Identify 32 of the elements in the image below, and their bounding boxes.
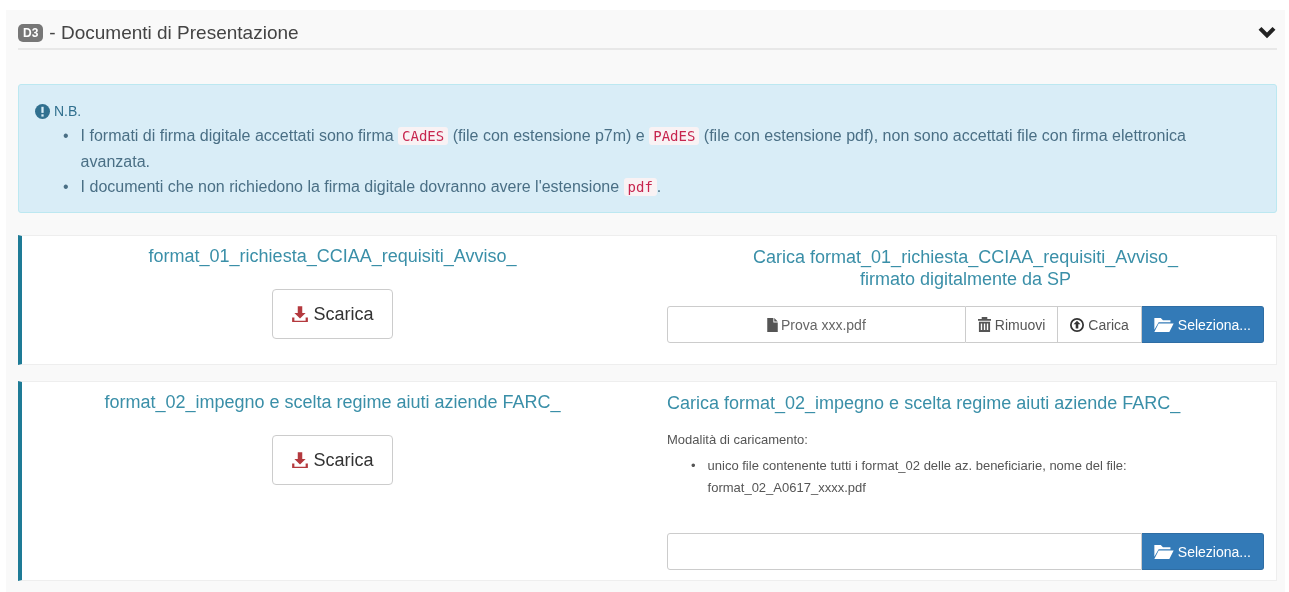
- download-icon: [291, 305, 310, 323]
- upload-button[interactable]: Carica: [1058, 306, 1142, 343]
- file-field[interactable]: [667, 533, 1142, 570]
- bullet: •: [63, 126, 69, 146]
- download-icon: [291, 451, 310, 469]
- instruction-text: unico file contenente tutti i format_02 delle az. beneficiarie, nome del file: format_02_A0617_xxxx.pdf: [707, 457, 1128, 497]
- exclamation-icon: [35, 103, 50, 119]
- folder-icon: [1153, 544, 1174, 559]
- select-button[interactable]: Seleziona...: [1141, 533, 1264, 570]
- file-icon: [766, 317, 778, 332]
- chevron-down-icon[interactable]: [1257, 26, 1277, 40]
- trash-icon: [977, 317, 991, 332]
- document-name: format_01_richiesta_CCIAA_requisiti_Avviso_: [148, 246, 517, 267]
- document-name: format_02_impegno e scelta regime aiuti aziende FARC_: [104, 392, 561, 413]
- instructions-label: Modalità di caricamento:: [667, 432, 809, 447]
- section-title: - Documenti di Presentazione: [49, 22, 300, 44]
- file-field[interactable]: Prova xxx.pdf: [667, 306, 966, 343]
- upload-icon: [1070, 317, 1085, 332]
- note-text: I documenti che non richiedono la firma digitale dovranno avere l'estensione pdf .: [80, 177, 662, 198]
- remove-button[interactable]: Rimuovi: [965, 306, 1059, 343]
- select-button[interactable]: Seleziona...: [1141, 306, 1264, 343]
- download-button[interactable]: Scarica: [272, 435, 393, 485]
- folder-icon: [1153, 317, 1174, 332]
- note-title: N.B.: [54, 103, 82, 119]
- upload-title: Carica format_02_impegno e scelta regime aiuti aziende FARC_: [667, 392, 1182, 414]
- bullet: •: [691, 457, 696, 475]
- bullet: •: [63, 177, 69, 197]
- download-button[interactable]: Scarica: [272, 289, 393, 339]
- file-name: Prova xxx.pdf: [780, 316, 866, 333]
- note-text: I formati di firma digitale accettati sono firma CAdES (file con estensione p7m) e PAdES (file con estensione pdf), non sono accettati file con firma elettronica avanzata.: [80, 126, 1187, 172]
- upload-title: Carica format_01_richiesta_CCIAA_requisiti_Avviso_ firmato digitalmente da SP: [752, 246, 1180, 290]
- section-badge: D3: [18, 24, 44, 42]
